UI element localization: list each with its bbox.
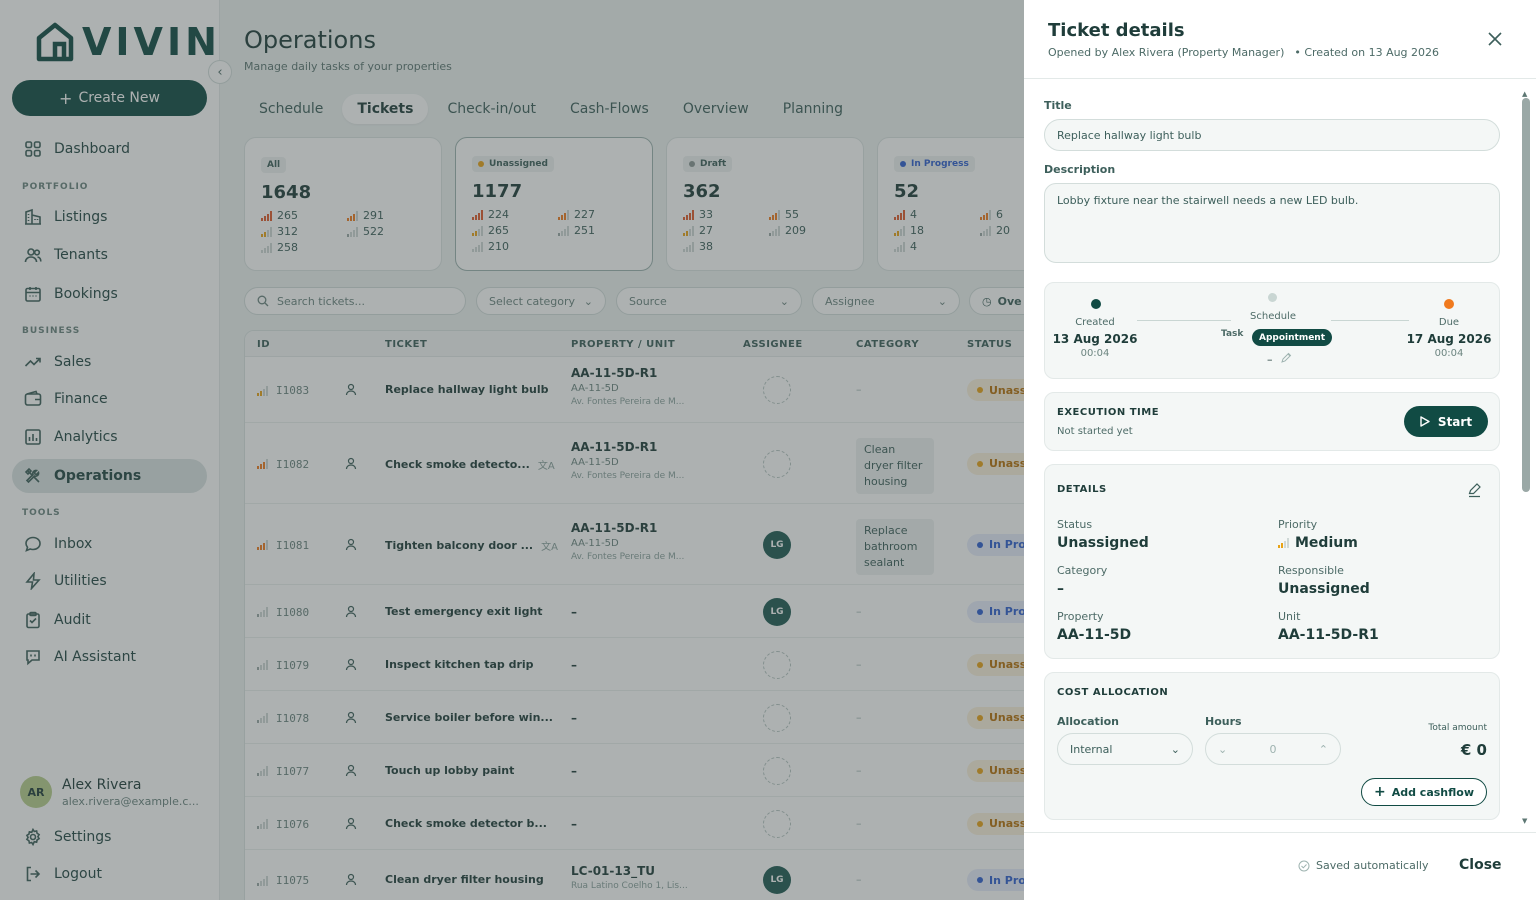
start-label: Start	[1437, 414, 1473, 429]
edit-schedule-button[interactable]	[1281, 352, 1292, 363]
scroll-down-icon[interactable]: ▼	[1522, 817, 1527, 825]
category-label: Category	[1057, 564, 1108, 577]
pencil-icon	[1281, 352, 1292, 363]
property-value: AA-11-5D	[1057, 627, 1132, 643]
add-cashflow-button[interactable]: + Add cashflow	[1360, 778, 1487, 806]
schedule-dot	[1268, 293, 1277, 302]
due-date: 17 Aug 2026	[1406, 332, 1492, 346]
edit-details-button[interactable]	[1467, 483, 1482, 498]
priority-bar	[1278, 545, 1280, 548]
due-label: Due	[1438, 317, 1460, 328]
total-label: Total amount	[1428, 723, 1487, 733]
panel-subtitle: Opened by Alex Rivera (Property Manager)…	[1048, 46, 1439, 59]
allocation-value: Internal	[1070, 742, 1113, 756]
cost-allocation-box: COST ALLOCATION Allocation Internal ⌄ Ho…	[1044, 672, 1500, 820]
timeline-box: Created 13 Aug 2026 00:04 Schedule Task …	[1044, 282, 1500, 379]
cost-title: COST ALLOCATION	[1057, 687, 1169, 698]
decrement-icon[interactable]: ⌄	[1218, 743, 1227, 756]
panel-footer: Saved automatically Close	[1024, 832, 1536, 900]
opened-by: Opened by Alex Rivera (Property Manager)	[1048, 46, 1285, 59]
panel-title: Ticket details	[1048, 20, 1185, 41]
created-on: • Created on 13 Aug 2026	[1294, 46, 1440, 59]
created-label: Created	[1075, 317, 1115, 328]
timeline-connector	[1137, 320, 1231, 321]
allocation-label: Allocation	[1057, 715, 1119, 728]
allocation-select[interactable]: Internal ⌄	[1057, 733, 1193, 765]
saved-label: Saved automatically	[1316, 859, 1429, 872]
priority-bar	[1287, 538, 1289, 548]
schedule-value: –	[1267, 353, 1273, 366]
property-label: Property	[1057, 610, 1104, 623]
scrollbar-thumb[interactable]	[1522, 98, 1530, 492]
increment-icon[interactable]: ⌃	[1319, 743, 1328, 756]
category-value: –	[1057, 581, 1064, 597]
priority-bar	[1281, 543, 1283, 548]
priority-field: Medium	[1278, 535, 1358, 551]
chevron-down-icon: ⌄	[1170, 742, 1180, 756]
priority-value: Medium	[1295, 535, 1358, 551]
task-toggle[interactable]: Task	[1221, 329, 1243, 339]
appointment-toggle[interactable]: Appointment	[1252, 329, 1333, 346]
title-input-value: Replace hallway light bulb	[1057, 128, 1202, 142]
modal-backdrop[interactable]	[0, 0, 1024, 900]
status-value: Unassigned	[1057, 535, 1149, 551]
panel-scrollbar[interactable]: ▲ ▼	[1521, 90, 1531, 825]
due-time: 00:04	[1434, 348, 1464, 359]
total-value: € 0	[1460, 741, 1487, 759]
hours-value: 0	[1269, 742, 1277, 756]
description-textarea[interactable]: Lobby fixture near the stairwell needs a…	[1044, 183, 1500, 263]
play-icon	[1420, 416, 1430, 427]
execution-value: Not started yet	[1057, 426, 1133, 437]
divider	[1024, 78, 1536, 79]
details-box: DETAILS Status Unassigned Priority Mediu…	[1044, 464, 1500, 659]
priority-medium-icon	[1278, 538, 1289, 548]
created-time: 00:04	[1080, 348, 1110, 359]
hours-label: Hours	[1205, 715, 1242, 728]
start-button[interactable]: Start	[1404, 406, 1488, 437]
responsible-value: Unassigned	[1278, 581, 1370, 597]
responsible-label: Responsible	[1278, 564, 1344, 577]
saved-indicator: Saved automatically	[1298, 859, 1428, 872]
close-button[interactable]: Close	[1459, 857, 1502, 873]
priority-label: Priority	[1278, 518, 1318, 531]
description-value: Lobby fixture near the stairwell needs a…	[1057, 194, 1359, 207]
description-label: Description	[1044, 163, 1116, 176]
created-date: 13 Aug 2026	[1052, 332, 1138, 346]
unit-value: AA-11-5D-R1	[1278, 627, 1379, 643]
plus-icon: +	[1373, 784, 1386, 800]
title-label: Title	[1044, 99, 1072, 112]
ticket-details-panel: Ticket details Opened by Alex Rivera (Pr…	[1024, 0, 1536, 900]
check-circle-icon	[1298, 860, 1310, 871]
status-label: Status	[1057, 518, 1093, 531]
schedule-label: Schedule	[1250, 311, 1296, 322]
due-dot	[1444, 299, 1454, 309]
title-input[interactable]: Replace hallway light bulb	[1044, 119, 1500, 151]
execution-time-box: EXECUTION TIME Not started yet Start	[1044, 392, 1500, 451]
close-icon	[1488, 32, 1502, 46]
timeline-connector	[1331, 320, 1409, 321]
details-title: DETAILS	[1057, 484, 1107, 495]
priority-bar	[1284, 541, 1286, 548]
hours-stepper[interactable]: ⌄ 0 ⌃	[1205, 733, 1341, 765]
close-panel-button[interactable]	[1484, 28, 1506, 50]
unit-label: Unit	[1278, 610, 1301, 623]
scroll-up-icon[interactable]: ▲	[1522, 90, 1527, 98]
add-cashflow-label: Add cashflow	[1391, 785, 1474, 799]
created-dot	[1091, 299, 1101, 309]
execution-title: EXECUTION TIME	[1057, 407, 1160, 418]
edit-icon	[1468, 483, 1481, 498]
